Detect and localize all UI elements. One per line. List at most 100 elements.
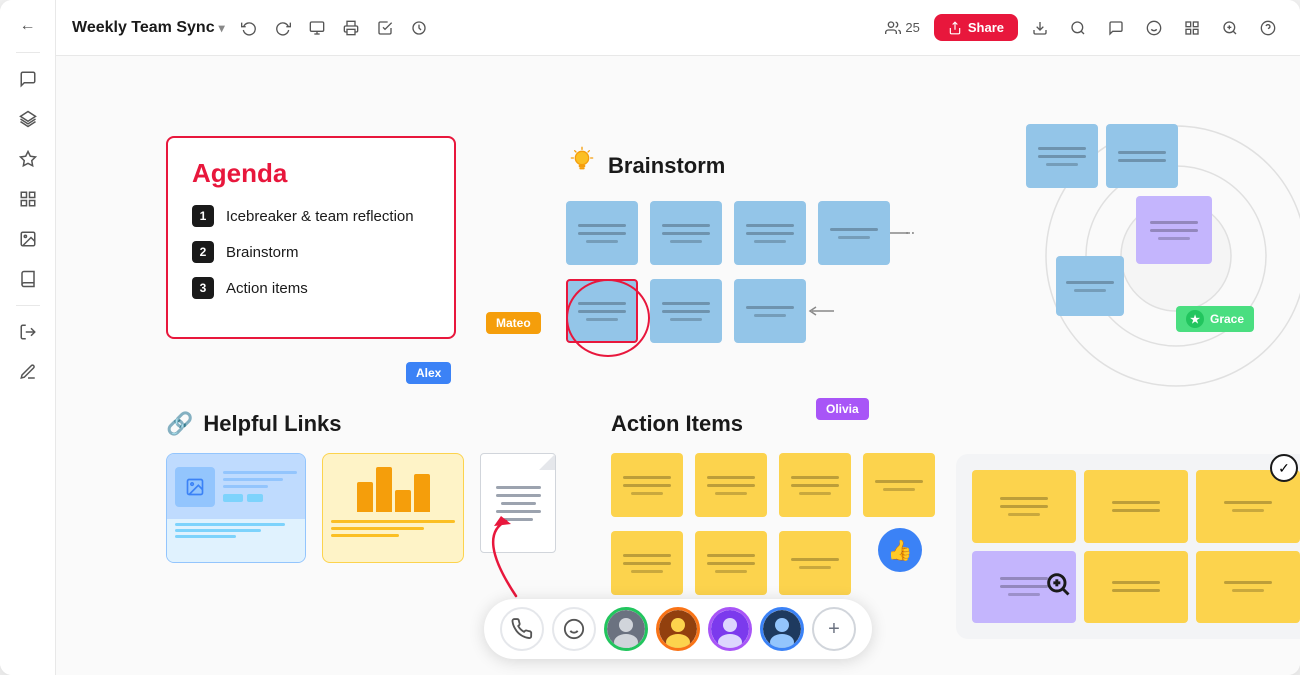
canvas[interactable]: Agenda 1 Icebreaker & team reflection 2 … (56, 56, 1300, 675)
zoom-sticky[interactable] (1196, 551, 1300, 624)
zoom-sticky[interactable] (1084, 551, 1188, 624)
brainstorm-section: Brainstorm (566, 146, 926, 349)
cursor-mateo: Mateo (486, 312, 541, 334)
action-sticky[interactable] (863, 453, 935, 517)
help-button[interactable] (1252, 12, 1284, 44)
comment-icon[interactable] (10, 61, 46, 97)
book-icon[interactable] (10, 261, 46, 297)
share-button[interactable]: Share (934, 14, 1018, 41)
action-sticky[interactable] (611, 531, 683, 595)
sticky-note[interactable] (566, 201, 638, 265)
lightbulb-icon (566, 146, 598, 185)
title-chevron-icon: ▾ (219, 21, 225, 35)
sidebar-divider-2 (16, 305, 40, 306)
doc-line (501, 502, 536, 505)
image-icon[interactable] (10, 221, 46, 257)
action-items-zoom-panel (956, 454, 1300, 639)
action-sticky[interactable] (779, 453, 851, 517)
action-sticky[interactable] (695, 531, 767, 595)
link-card-sheet[interactable] (322, 453, 464, 563)
agenda-num-2: 2 (192, 241, 214, 263)
sticky-note-highlighted[interactable] (566, 279, 638, 343)
action-sticky[interactable] (779, 531, 851, 595)
download-button[interactable] (1024, 12, 1056, 44)
spiral-sticky[interactable] (1056, 256, 1124, 316)
thumbs-up-icon[interactable]: 👍 (878, 528, 922, 572)
chart-icon (357, 462, 430, 512)
helpful-links-title: 🔗 Helpful Links (166, 411, 556, 437)
check-badge: ✓ (1270, 454, 1298, 482)
link-icon: 🔗 (166, 411, 193, 437)
agenda-card: Agenda 1 Icebreaker & team reflection 2 … (166, 136, 456, 339)
link-card-footer (167, 519, 305, 562)
agenda-title: Agenda (192, 158, 430, 189)
react-button[interactable] (1138, 12, 1170, 44)
layers-icon[interactable] (10, 101, 46, 137)
grid-icon[interactable] (10, 181, 46, 217)
blog-content-lines (223, 471, 297, 502)
screen-button[interactable] (301, 12, 333, 44)
avatar-2[interactable] (656, 607, 700, 651)
doc-line (496, 510, 541, 513)
spiral-sticky[interactable] (1026, 124, 1098, 188)
chat-button[interactable] (1100, 12, 1132, 44)
page-title[interactable]: Weekly Team Sync ▾ (72, 19, 225, 37)
phone-button[interactable] (500, 607, 544, 651)
action-sticky[interactable] (611, 453, 683, 517)
timer-button[interactable] (403, 12, 435, 44)
search-button[interactable] (1062, 12, 1094, 44)
sticky-note[interactable] (734, 279, 806, 343)
zoom-button[interactable] (1214, 12, 1246, 44)
spiral-middle-stickies (1136, 196, 1212, 264)
zoom-sticky[interactable] (1084, 470, 1188, 543)
agenda-num-3: 3 (192, 277, 214, 299)
agenda-item-2: 2 Brainstorm (192, 241, 430, 263)
print-button[interactable] (335, 12, 367, 44)
main-area: Weekly Team Sync ▾ (56, 0, 1300, 675)
right-panel (976, 116, 1300, 406)
zoom-magnify-icon[interactable] (1040, 566, 1076, 602)
action-sticky[interactable] (695, 453, 767, 517)
sidebar: ← (0, 0, 56, 675)
pen-icon[interactable] (10, 354, 46, 390)
spiral-top-stickies (1026, 124, 1178, 188)
avatar-1[interactable] (604, 607, 648, 651)
redo-button[interactable] (267, 12, 299, 44)
agenda-item-3: 3 Action items (192, 277, 430, 299)
doc-line (503, 518, 533, 521)
toolbar: Weekly Team Sync ▾ (56, 0, 1300, 56)
back-icon[interactable]: ← (10, 8, 46, 44)
doc-corner (539, 454, 555, 470)
action-items-section: Action Items (611, 411, 971, 622)
avatar-3[interactable] (708, 607, 752, 651)
brainstorm-sticky-area (566, 201, 926, 349)
sticky-note[interactable] (650, 279, 722, 343)
undo-button[interactable] (233, 12, 265, 44)
spiral-lower-left-sticky (1056, 256, 1124, 316)
toolbar-actions: 25 Share (877, 12, 1284, 44)
bottom-toolbar: + (484, 599, 872, 659)
check-button[interactable] (369, 12, 401, 44)
sticky-note[interactable] (734, 201, 806, 265)
app-container: ← Weekly Team Sync (0, 0, 1300, 675)
link-card-blog[interactable] (166, 453, 306, 563)
add-participant-button[interactable]: + (812, 607, 856, 651)
avatar-4[interactable] (760, 607, 804, 651)
link-card-image (167, 454, 305, 519)
spiral-sticky[interactable] (1106, 124, 1178, 188)
action-items-grid (611, 453, 971, 601)
sticky-note[interactable] (818, 201, 890, 265)
sidebar-divider (16, 52, 40, 53)
apps-button[interactable] (1176, 12, 1208, 44)
helpful-links-section: 🔗 Helpful Links (166, 411, 556, 563)
spiral-sticky-purple[interactable] (1136, 196, 1212, 264)
sticky-note[interactable] (650, 201, 722, 265)
export-icon[interactable] (10, 314, 46, 350)
cursor-alex: Alex (406, 362, 451, 384)
emoji-button[interactable] (552, 607, 596, 651)
link-card-doc[interactable] (480, 453, 556, 553)
zoom-sticky[interactable] (972, 470, 1076, 543)
users-badge[interactable]: 25 (877, 16, 927, 40)
action-items-title: Action Items (611, 411, 971, 437)
star-icon[interactable] (10, 141, 46, 177)
